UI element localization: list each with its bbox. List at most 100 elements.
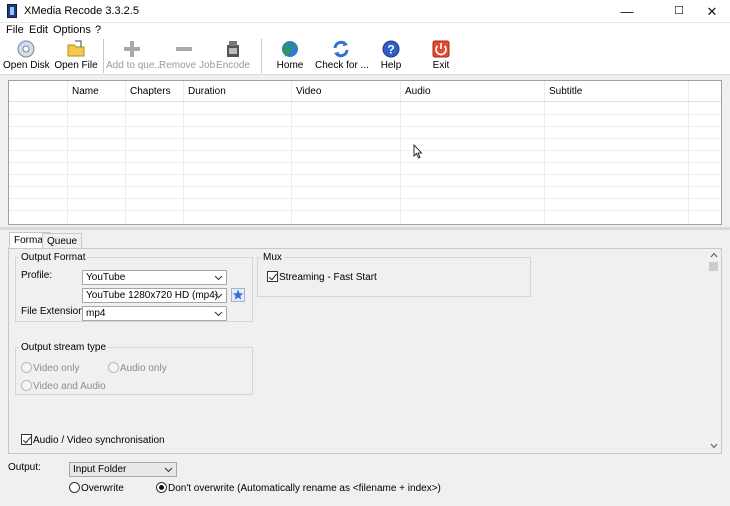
help-label: Help [380,60,402,71]
streaming-label: Streaming - Fast Start [279,272,377,283]
column-header-audio[interactable]: Audio [401,81,545,101]
video-and-audio-radio[interactable] [21,380,32,391]
favorite-star-icon[interactable] [231,288,245,302]
video-only-radio[interactable] [21,362,32,373]
title-bar: XMedia Recode 3.3.2.5 — ☐ ✕ [0,0,730,23]
refresh-icon [333,40,349,58]
grid-column-line [544,81,545,224]
column-header-duration[interactable]: Duration [184,81,292,101]
profile-value: YouTube [86,272,126,283]
toolbar-separator [261,39,262,73]
output-folder-value: Input Folder [73,464,127,475]
folder-icon [67,40,85,57]
column-header-subtitle[interactable]: Subtitle [545,81,689,101]
av-sync-checkbox[interactable] [21,434,32,445]
menu-file[interactable]: File [6,24,24,36]
svg-text:?: ? [387,43,394,57]
grid-column-line [400,81,401,224]
disk-icon [17,40,35,58]
column-header-name[interactable]: Name [68,81,126,101]
open-disk-label: Open Disk [3,60,50,71]
grid-header-line [9,101,721,102]
remove-job-label: Remove Job [159,60,216,71]
tab-queue[interactable]: Queue [42,233,83,248]
file-extension-select[interactable]: mp4 [82,306,227,321]
power-icon [432,40,450,58]
chevron-down-icon [214,293,223,299]
home-label: Home [276,60,304,71]
column-header-select[interactable] [9,81,68,101]
close-button[interactable]: ✕ [696,0,728,23]
audio-only-label: Audio only [120,363,167,374]
app-icon [7,4,17,18]
vertical-scrollbar[interactable] [707,249,721,453]
mouse-cursor-icon [413,144,423,159]
scroll-up-icon[interactable] [710,252,718,258]
remove-job-button[interactable]: Remove Job [159,37,216,75]
check-for-label: Check for ... [315,60,369,71]
preset-value: YouTube 1280x720 HD (mp4) [86,290,219,301]
check-for-updates-button[interactable]: Check for ... [315,37,369,75]
toolbar: Open Disk Open File Add to que... Remove… [0,37,730,75]
chevron-down-icon [214,275,223,281]
profile-label: Profile: [21,270,53,281]
open-disk-button[interactable]: Open Disk [3,37,50,75]
help-button[interactable]: ? Help [374,37,408,75]
plus-icon [124,41,140,57]
maximize-button[interactable]: ☐ [663,0,695,23]
open-file-button[interactable]: Open File [54,37,98,75]
output-folder-select[interactable]: Input Folder [69,462,177,477]
dont-overwrite-radio[interactable] [156,482,167,493]
add-to-queue-button[interactable]: Add to que... [106,37,163,75]
job-list-grid[interactable]: Name Chapters Duration Video Audio Subti… [8,80,722,225]
streaming-checkbox[interactable] [267,271,278,282]
open-file-label: Open File [54,60,98,71]
film-icon [227,41,239,57]
scroll-down-icon[interactable] [710,443,718,449]
menu-bar: File Edit Options ? [0,23,730,37]
grid-column-line [688,81,689,224]
toolbar-separator [103,39,104,73]
menu-help[interactable]: ? [95,24,101,36]
audio-only-radio[interactable] [108,362,119,373]
grid-row-line [9,138,721,139]
grid-row-line [9,210,721,211]
output-format-title: Output Format [19,252,88,263]
chevron-down-icon [214,311,223,317]
grid-column-line [125,81,126,224]
stream-type-title: Output stream type [19,342,109,353]
column-header-video[interactable]: Video [292,81,401,101]
scroll-thumb[interactable] [709,262,718,271]
profile-select[interactable]: YouTube [82,270,227,285]
window-title: XMedia Recode 3.3.2.5 [24,5,139,17]
output-label: Output: [8,462,41,473]
av-sync-label: Audio / Video synchronisation [33,435,165,446]
mux-title: Mux [261,252,284,263]
menu-edit[interactable]: Edit [29,24,48,36]
grid-row-line [9,114,721,115]
encode-label: Encode [216,60,250,71]
preset-select[interactable]: YouTube 1280x720 HD (mp4) [82,288,227,303]
file-extension-value: mp4 [86,308,106,319]
globe-icon [282,41,298,57]
minimize-button[interactable]: — [611,0,643,23]
overwrite-label: Overwrite [81,483,124,494]
home-button[interactable]: Home [271,37,309,75]
chevron-down-icon [164,467,173,473]
grid-column-line [67,81,68,224]
grid-row-line [9,186,721,187]
splitter[interactable] [0,227,730,230]
exit-button[interactable]: Exit [424,37,458,75]
menu-options[interactable]: Options [53,24,91,36]
grid-row-line [9,174,721,175]
dont-overwrite-label: Don't overwrite (Automatically rename as… [168,483,441,494]
column-header-chapters[interactable]: Chapters [126,81,184,101]
overwrite-radio[interactable] [69,482,80,493]
grid-column-line [183,81,184,224]
file-extension-label: File Extension: [21,306,87,317]
encode-button[interactable]: Encode [213,37,253,75]
grid-row-line [9,162,721,163]
grid-row-line [9,150,721,151]
grid-row-line [9,126,721,127]
minus-icon [176,47,192,51]
